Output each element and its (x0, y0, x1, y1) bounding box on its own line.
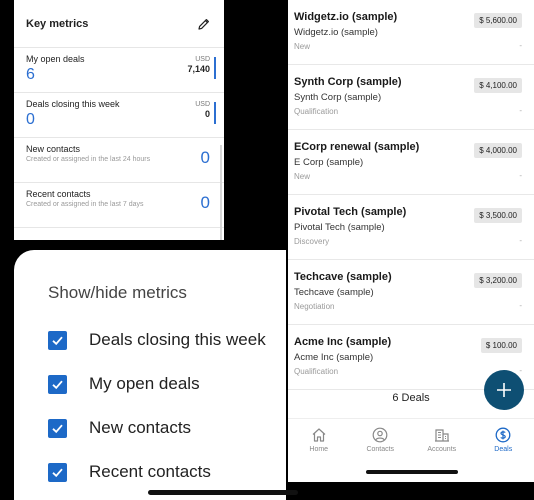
deal-row[interactable]: Techcave (sample) Techcave (sample) Nego… (288, 260, 534, 325)
deal-name: Acme Inc (sample) (294, 336, 392, 348)
scrollbar[interactable] (220, 145, 222, 240)
deal-stage: New (294, 42, 311, 51)
checkbox-row-my-open-deals[interactable]: My open deals (48, 372, 200, 396)
building-icon (434, 429, 449, 442)
metric-amount: USD 0 (195, 101, 210, 119)
tab-label: Contacts (366, 446, 395, 453)
deal-extra: - (519, 171, 522, 180)
metric-value: 0 (26, 111, 35, 128)
metric-sublabel: Created or assigned in the last 24 hours (26, 156, 151, 163)
checkbox-label: My open deals (89, 374, 200, 393)
deal-amount-badge: $ 100.00 (480, 338, 522, 353)
deal-name: Pivotal Tech (sample) (294, 206, 407, 218)
metric-currency: USD (195, 101, 210, 108)
tab-label: Deals (494, 446, 513, 453)
metric-new-contacts[interactable]: New contacts Created or assigned in the … (14, 138, 224, 183)
metric-value: 6 (26, 66, 35, 83)
bottom-tab-bar: Home Contacts Accounts Deals (288, 418, 534, 464)
deal-name: Widgetz.io (sample) (294, 11, 398, 23)
metric-label: Recent contacts (26, 189, 91, 199)
add-deal-button[interactable] (484, 370, 524, 410)
deal-stage: Discovery (294, 237, 330, 246)
deal-company: E Corp (sample) (294, 157, 364, 168)
deal-stage: Qualification (294, 367, 339, 376)
checkbox-checked-icon[interactable] (48, 374, 67, 394)
metric-amount-value: 0 (204, 109, 210, 119)
home-indicator (148, 490, 298, 495)
metric-label: My open deals (26, 54, 85, 64)
deal-row[interactable]: Synth Corp (sample) Synth Corp (sample) … (288, 65, 534, 130)
deal-name: Techcave (sample) (294, 271, 392, 283)
tab-accounts[interactable]: Accounts (411, 419, 473, 464)
checkbox-row-deals-closing[interactable]: Deals closing this week (48, 328, 266, 352)
metric-label: Deals closing this week (26, 99, 120, 109)
deal-extra: - (519, 106, 522, 115)
deal-stage: Qualification (294, 107, 339, 116)
checkbox-label: New contacts (89, 418, 192, 437)
deal-amount-badge: $ 4,100.00 (474, 78, 522, 93)
deal-extra: - (519, 41, 522, 50)
metric-deals-closing-this-week[interactable]: Deals closing this week 0 USD 0 (14, 93, 224, 138)
deal-row[interactable]: Widgetz.io (sample) Widgetz.io (sample) … (288, 0, 534, 65)
deal-amount-badge: $ 3,200.00 (474, 273, 522, 288)
deal-company: Widgetz.io (sample) (294, 27, 378, 38)
deal-amount-badge: $ 4,000.00 (474, 143, 522, 158)
tab-deals[interactable]: Deals (473, 419, 534, 464)
tab-label: Home (309, 446, 329, 453)
deal-company: Pivotal Tech (sample) (294, 222, 385, 233)
deal-row[interactable]: Pivotal Tech (sample) Pivotal Tech (samp… (288, 195, 534, 260)
deals-list-screen: Widgetz.io (sample) Widgetz.io (sample) … (288, 0, 534, 482)
checkbox-row-new-contacts[interactable]: New contacts (48, 416, 191, 440)
home-indicator (366, 470, 458, 474)
key-metrics-header: Key metrics (14, 0, 224, 48)
deal-stage: New (294, 172, 311, 181)
checkbox-checked-icon[interactable] (48, 462, 67, 482)
deal-extra: - (519, 301, 522, 310)
dollar-circle-icon (495, 427, 511, 443)
deal-company: Synth Corp (sample) (294, 92, 382, 103)
deal-name: ECorp renewal (sample) (294, 141, 420, 153)
metric-label: New contacts (26, 144, 81, 154)
checkbox-checked-icon[interactable] (48, 330, 67, 350)
metric-bar (214, 57, 216, 79)
deal-extra: - (519, 366, 522, 375)
deal-name: Synth Corp (sample) (294, 76, 402, 88)
metric-my-open-deals[interactable]: My open deals 6 USD 7,140 (14, 48, 224, 93)
deal-extra: - (519, 236, 522, 245)
metric-currency: USD (195, 56, 210, 63)
deal-company: Acme Inc (sample) (294, 352, 374, 363)
deal-stage: Negotiation (294, 302, 335, 311)
deal-amount-badge: $ 5,600.00 (474, 13, 522, 28)
sheet-title: Show/hide metrics (48, 283, 187, 302)
home-icon (312, 428, 326, 442)
edit-pencil-icon[interactable] (196, 16, 212, 32)
checkbox-row-recent-contacts[interactable]: Recent contacts (48, 460, 211, 484)
deal-company: Techcave (sample) (294, 287, 374, 298)
metric-value: 0 (200, 148, 210, 167)
plus-icon (497, 383, 511, 397)
tab-home[interactable]: Home (288, 419, 350, 464)
metric-amount: USD 7,140 (187, 56, 210, 74)
checkbox-label: Recent contacts (89, 462, 211, 481)
metric-sublabel: Created or assigned in the last 7 days (26, 201, 144, 208)
metric-recent-contacts[interactable]: Recent contacts Created or assigned in t… (14, 183, 224, 228)
show-hide-metrics-sheet: Show/hide metrics Deals closing this wee… (14, 250, 286, 500)
checkbox-checked-icon[interactable] (48, 418, 67, 438)
tab-contacts[interactable]: Contacts (350, 419, 412, 464)
metric-bar (214, 102, 216, 124)
key-metrics-panel: Key metrics My open deals 6 USD 7,140 De… (14, 0, 224, 240)
key-metrics-title: Key metrics (26, 17, 89, 30)
metric-value: 0 (200, 193, 210, 212)
tab-label: Accounts (427, 446, 457, 453)
deal-row[interactable]: ECorp renewal (sample) E Corp (sample) N… (288, 130, 534, 195)
metric-amount-value: 7,140 (187, 64, 210, 74)
checkbox-label: Deals closing this week (89, 330, 266, 349)
deal-amount-badge: $ 3,500.00 (474, 208, 522, 223)
contact-icon (372, 427, 388, 443)
